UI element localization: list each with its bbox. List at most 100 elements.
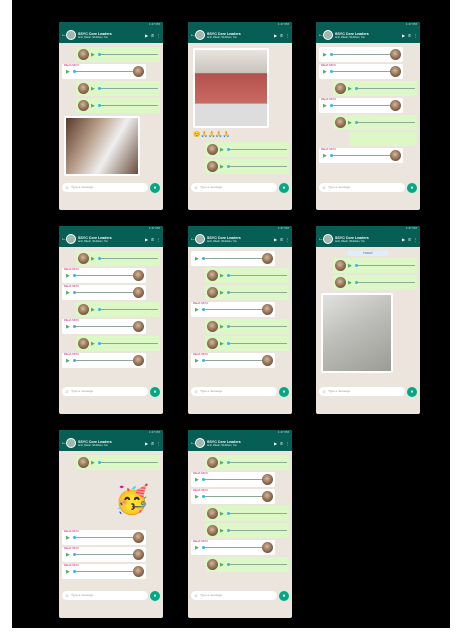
audio-progress[interactable] [73, 535, 133, 539]
group-avatar[interactable] [195, 234, 205, 244]
audio-progress[interactable] [98, 307, 158, 311]
more-icon[interactable]: ⋮ [285, 237, 290, 242]
voice-message[interactable]: ▶ [191, 251, 275, 266]
play-icon[interactable]: ▶ [348, 86, 353, 92]
message-input[interactable]: ☺ Type a message [319, 387, 405, 396]
voice-message[interactable]: ▶ [205, 557, 289, 572]
voice-message[interactable]: ▶ [76, 47, 160, 62]
play-icon[interactable]: ▶ [66, 552, 71, 558]
audio-progress[interactable] [202, 477, 262, 481]
audio-progress[interactable] [227, 511, 287, 515]
voice-call-icon[interactable]: ✆ [150, 33, 155, 38]
audio-progress[interactable] [227, 460, 287, 464]
audio-progress[interactable] [355, 263, 415, 267]
audio-progress[interactable] [73, 69, 133, 73]
voice-message[interactable]: ▶ [76, 251, 160, 266]
audio-progress[interactable] [227, 164, 287, 168]
play-icon[interactable]: ▶ [195, 358, 200, 364]
play-icon[interactable]: ▶ [220, 147, 225, 153]
audio-progress[interactable] [202, 358, 262, 362]
play-icon[interactable]: ▶ [91, 341, 96, 347]
audio-progress[interactable] [98, 341, 158, 345]
voice-message[interactable]: ▶ [205, 455, 289, 470]
voice-message[interactable]: Ritesh SSYC ▶ [62, 530, 146, 545]
audio-progress[interactable] [355, 120, 415, 124]
more-icon[interactable]: ⋮ [156, 237, 161, 242]
voice-call-icon[interactable]: ✆ [407, 33, 412, 38]
emoji-icon[interactable]: ☺ [194, 591, 198, 600]
voice-message[interactable]: ▶ [205, 319, 289, 334]
video-call-icon[interactable]: ▶ [401, 237, 406, 242]
play-icon[interactable]: ▶ [220, 324, 225, 330]
emoji-icon[interactable]: ☺ [65, 591, 69, 600]
voice-call-icon[interactable]: ✆ [279, 33, 284, 38]
play-icon[interactable]: ▶ [220, 341, 225, 347]
video-call-icon[interactable]: ▶ [144, 237, 149, 242]
video-call-icon[interactable]: ▶ [273, 33, 278, 38]
audio-progress[interactable] [202, 494, 262, 498]
voice-message[interactable]: Ritesh SSYC ▶ [62, 547, 146, 562]
play-icon[interactable]: ▶ [195, 494, 200, 500]
voice-message[interactable]: ▶ [205, 142, 289, 157]
voice-message[interactable]: Ritesh SSYC ▶ [62, 564, 146, 579]
video-call-icon[interactable]: ▶ [401, 33, 406, 38]
image-message[interactable] [193, 48, 269, 128]
audio-progress[interactable] [227, 273, 287, 277]
more-icon[interactable]: ⋮ [413, 237, 418, 242]
voice-message[interactable]: Ritesh SSYC ▶ [191, 353, 275, 368]
voice-call-icon[interactable]: ✆ [279, 237, 284, 242]
play-icon[interactable]: ▶ [66, 324, 71, 330]
play-icon[interactable]: ▶ [348, 263, 353, 269]
voice-message[interactable]: ▶ [76, 302, 160, 317]
voice-message[interactable]: ▶ [76, 98, 160, 113]
play-icon[interactable]: ▶ [323, 69, 328, 75]
audio-progress[interactable] [98, 256, 158, 260]
audio-progress[interactable] [98, 86, 158, 90]
voice-message[interactable]: Ritesh SSYC ▶ [191, 540, 275, 555]
audio-progress[interactable] [73, 290, 133, 294]
audio-progress[interactable] [330, 153, 390, 157]
play-icon[interactable]: ▶ [66, 69, 71, 75]
mic-icon[interactable]: ● [150, 590, 160, 601]
voice-call-icon[interactable]: ✆ [407, 237, 412, 242]
message-input[interactable]: ☺ Type a message [319, 183, 405, 192]
voice-message[interactable]: Ritesh SSYC ▶ [319, 64, 403, 79]
audio-progress[interactable] [355, 280, 415, 284]
audio-progress[interactable] [73, 324, 133, 328]
voice-message[interactable]: ▶ [333, 81, 417, 96]
more-icon[interactable]: ⋮ [285, 33, 290, 38]
mic-icon[interactable]: ● [279, 386, 289, 397]
play-icon[interactable]: ▶ [66, 358, 71, 364]
emoji-icon[interactable]: ☺ [65, 183, 69, 192]
play-icon[interactable]: ▶ [66, 290, 71, 296]
voice-message[interactable]: Ritesh SSYC ▶ [62, 285, 146, 300]
play-icon[interactable]: ▶ [66, 569, 71, 575]
voice-message[interactable]: ▶ [319, 47, 403, 62]
voice-message[interactable]: Ritesh SSYC ▶ [191, 302, 275, 317]
message-input[interactable]: ☺ Type a message [191, 591, 277, 600]
message-input[interactable]: ☺ Type a message [191, 183, 277, 192]
emoji-icon[interactable]: ☺ [194, 387, 198, 396]
audio-progress[interactable] [330, 103, 390, 107]
mic-icon[interactable]: ● [407, 182, 417, 193]
audio-progress[interactable] [227, 290, 287, 294]
more-icon[interactable]: ⋮ [413, 33, 418, 38]
play-icon[interactable]: ▶ [91, 307, 96, 313]
audio-progress[interactable] [202, 307, 262, 311]
play-icon[interactable]: ▶ [66, 535, 71, 541]
play-icon[interactable]: ▶ [220, 460, 225, 466]
emoji-icon[interactable]: ☺ [322, 387, 326, 396]
play-icon[interactable]: ▶ [220, 273, 225, 279]
emoji-icon[interactable]: ☺ [194, 183, 198, 192]
voice-call-icon[interactable]: ✆ [150, 441, 155, 446]
voice-message[interactable]: ▶ [205, 159, 289, 174]
play-icon[interactable]: ▶ [195, 256, 200, 262]
voice-message[interactable]: Ritesh SSYC ▶ [62, 64, 146, 79]
mic-icon[interactable]: ● [279, 590, 289, 601]
voice-message[interactable]: ▶ [333, 115, 417, 130]
voice-message[interactable]: ▶ [205, 285, 289, 300]
link-message[interactable] [349, 132, 417, 146]
voice-call-icon[interactable]: ✆ [279, 441, 284, 446]
play-icon[interactable]: ▶ [66, 273, 71, 279]
more-icon[interactable]: ⋮ [156, 33, 161, 38]
